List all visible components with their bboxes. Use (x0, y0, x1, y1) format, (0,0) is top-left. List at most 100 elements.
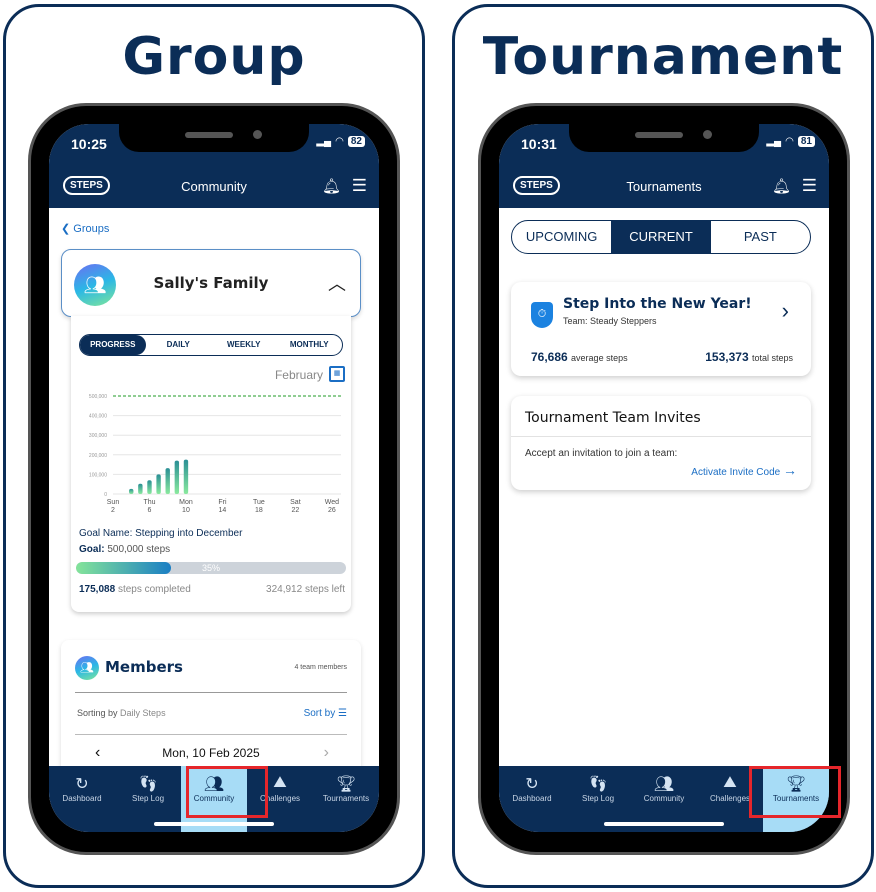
refresh-icon: ↻ (525, 776, 539, 793)
phone-screen: 10:25 ▂▄ ◠ 82 STEPS Community 🔔︎ ☰ ❮ Group… (49, 124, 379, 832)
people-icon: 👥︎ (653, 776, 675, 793)
bar (129, 488, 134, 494)
x-tick-label: 26 (328, 507, 336, 514)
tab-label: Step Log (581, 794, 615, 803)
tournament-title: Step Into the New Year! (563, 296, 752, 312)
panel-heading: Group (122, 27, 306, 87)
tab-tournaments[interactable]: 🏆︎ Tournaments (313, 766, 379, 832)
segment-past[interactable]: PAST (711, 221, 810, 253)
tab-dashboard[interactable]: ↻ Dashboard (499, 766, 565, 832)
battery-icon: 82 (347, 136, 365, 147)
tab-dashboard[interactable]: ↻ Dashboard (49, 766, 115, 832)
group-panel: Group 10:25 ▂▄ ◠ 82 STEPS Community 🔔︎ ☰ ❮… (3, 4, 425, 888)
selected-date: Mon, 10 Feb 2025 (162, 746, 260, 760)
bar (147, 480, 152, 494)
calendar-icon[interactable]: ▦ (329, 366, 345, 382)
tournament-card[interactable]: ⏱︎ Step Into the New Year! Team: Steady … (511, 282, 811, 376)
x-tick-label: Thu (143, 499, 155, 506)
sorting-value: Daily Steps (120, 708, 166, 718)
segment-monthly[interactable]: MONTHLY (277, 335, 343, 355)
panel-heading: Tournament (482, 27, 844, 87)
x-tick-label: Tue (253, 499, 265, 506)
y-tick-label: 400,000 (89, 414, 107, 420)
phone-frame: 10:25 ▂▄ ◠ 82 STEPS Community 🔔︎ ☰ ❮ Group… (28, 103, 400, 855)
y-tick-label: 100,000 (89, 472, 107, 478)
segment-progress[interactable]: PROGRESS (80, 335, 146, 355)
tournaments-content: UPCOMING CURRENT PAST ⏱︎ Step Into the N… (499, 208, 829, 766)
x-tick-label: Sun (107, 499, 120, 506)
group-name: Sally's Family (153, 274, 269, 292)
total-steps: 153,373 total steps (705, 350, 793, 364)
segment-upcoming[interactable]: UPCOMING (512, 221, 611, 253)
total-label: total steps (751, 353, 793, 363)
tournament-segmented-control: UPCOMING CURRENT PAST (511, 220, 811, 254)
group-header-card[interactable]: 👥︎ Sally's Family ︿ (61, 249, 361, 317)
x-tick-label: 10 (182, 507, 190, 514)
chevron-up-icon[interactable]: ︿ (328, 270, 346, 296)
highlight-box (186, 766, 268, 818)
bar (156, 474, 161, 494)
footprints-icon: 👣︎ (587, 776, 609, 793)
back-to-groups-link[interactable]: ❮ Groups (61, 222, 109, 235)
segment-daily[interactable]: DAILY (146, 335, 212, 355)
goal-value: 500,000 steps (107, 544, 171, 555)
bar (174, 460, 180, 494)
sort-by-button[interactable]: Sort by ☰ (304, 708, 347, 719)
x-tick-label: 6 (148, 507, 152, 514)
x-tick-label: 22 (292, 507, 300, 514)
tab-label: Tournaments (322, 794, 370, 803)
home-indicator (604, 822, 724, 826)
chevron-right-icon[interactable]: › (782, 298, 789, 324)
hamburger-menu-icon[interactable]: ☰ (352, 176, 367, 196)
wifi-icon: ◠ (335, 136, 344, 147)
status-time: 10:25 (71, 136, 107, 152)
steps-left-value: 324,912 (266, 584, 303, 595)
bar (165, 468, 170, 494)
x-tick-label: 14 (219, 507, 227, 514)
steps-completed: 175,088 steps completed (79, 584, 191, 595)
next-day-button[interactable]: › (324, 744, 329, 762)
average-steps: 76,686 average steps (531, 350, 628, 364)
bell-icon[interactable]: 🔔︎ (772, 177, 791, 195)
invites-text: Accept an invitation to join a team: (525, 448, 678, 459)
tab-label: Dashboard (512, 794, 552, 803)
segment-weekly[interactable]: WEEKLY (211, 335, 277, 355)
goal-progress-bar: 35% (76, 562, 346, 574)
app-bar: STEPS Tournaments 🔔︎ ☰ (499, 168, 829, 208)
members-title: Members (105, 658, 183, 676)
average-label: average steps (571, 353, 628, 363)
x-tick-label: 2 (111, 507, 115, 514)
total-value: 153,373 (705, 350, 749, 364)
tab-label: Challenges (709, 794, 751, 803)
x-tick-label: Sat (290, 499, 301, 506)
steps-left-label: steps left (304, 584, 345, 595)
arrow-right-icon: → (783, 462, 797, 478)
month-label: February (274, 368, 323, 382)
goal-name: Goal Name: Stepping into December (79, 528, 243, 539)
tournament-team: Team: Steady Steppers (563, 316, 657, 326)
phone-frame: 10:31 ▂▄ ◠ 81 STEPS Tournaments 🔔︎ ☰ UPCOM… (478, 103, 850, 855)
steps-completed-value: 175,088 (79, 584, 116, 595)
progress-card: PROGRESS DAILY WEEKLY MONTHLY February ▦… (71, 316, 351, 612)
goal-label: Goal: (79, 544, 105, 555)
tab-label: Step Log (131, 794, 165, 803)
divider (75, 734, 347, 735)
sort-by-label: Sort by (303, 708, 336, 719)
invites-title: Tournament Team Invites (525, 410, 701, 426)
progress-percent: 35% (201, 563, 220, 573)
app-bar: STEPS Community 🔔︎ ☰ (49, 168, 379, 208)
activate-invite-code-link[interactable]: Activate Invite Code → (691, 462, 797, 478)
stopwatch-shield-icon: ⏱︎ (531, 302, 553, 328)
bell-icon[interactable]: 🔔︎ (322, 177, 341, 195)
signal-icon: ▂▄ (766, 136, 782, 147)
activate-invite-label: Activate Invite Code (691, 467, 781, 478)
notch (119, 124, 309, 152)
trophy-icon: 🏆︎ (335, 776, 357, 793)
hamburger-menu-icon[interactable]: ☰ (802, 176, 817, 196)
x-tick-label: 18 (255, 507, 263, 514)
sorting-label: Sorting by Daily Steps (77, 708, 166, 718)
y-tick-label: 300,000 (89, 433, 107, 439)
notch (569, 124, 759, 152)
x-tick-label: Mon (179, 499, 193, 506)
segment-current[interactable]: CURRENT (611, 221, 711, 253)
